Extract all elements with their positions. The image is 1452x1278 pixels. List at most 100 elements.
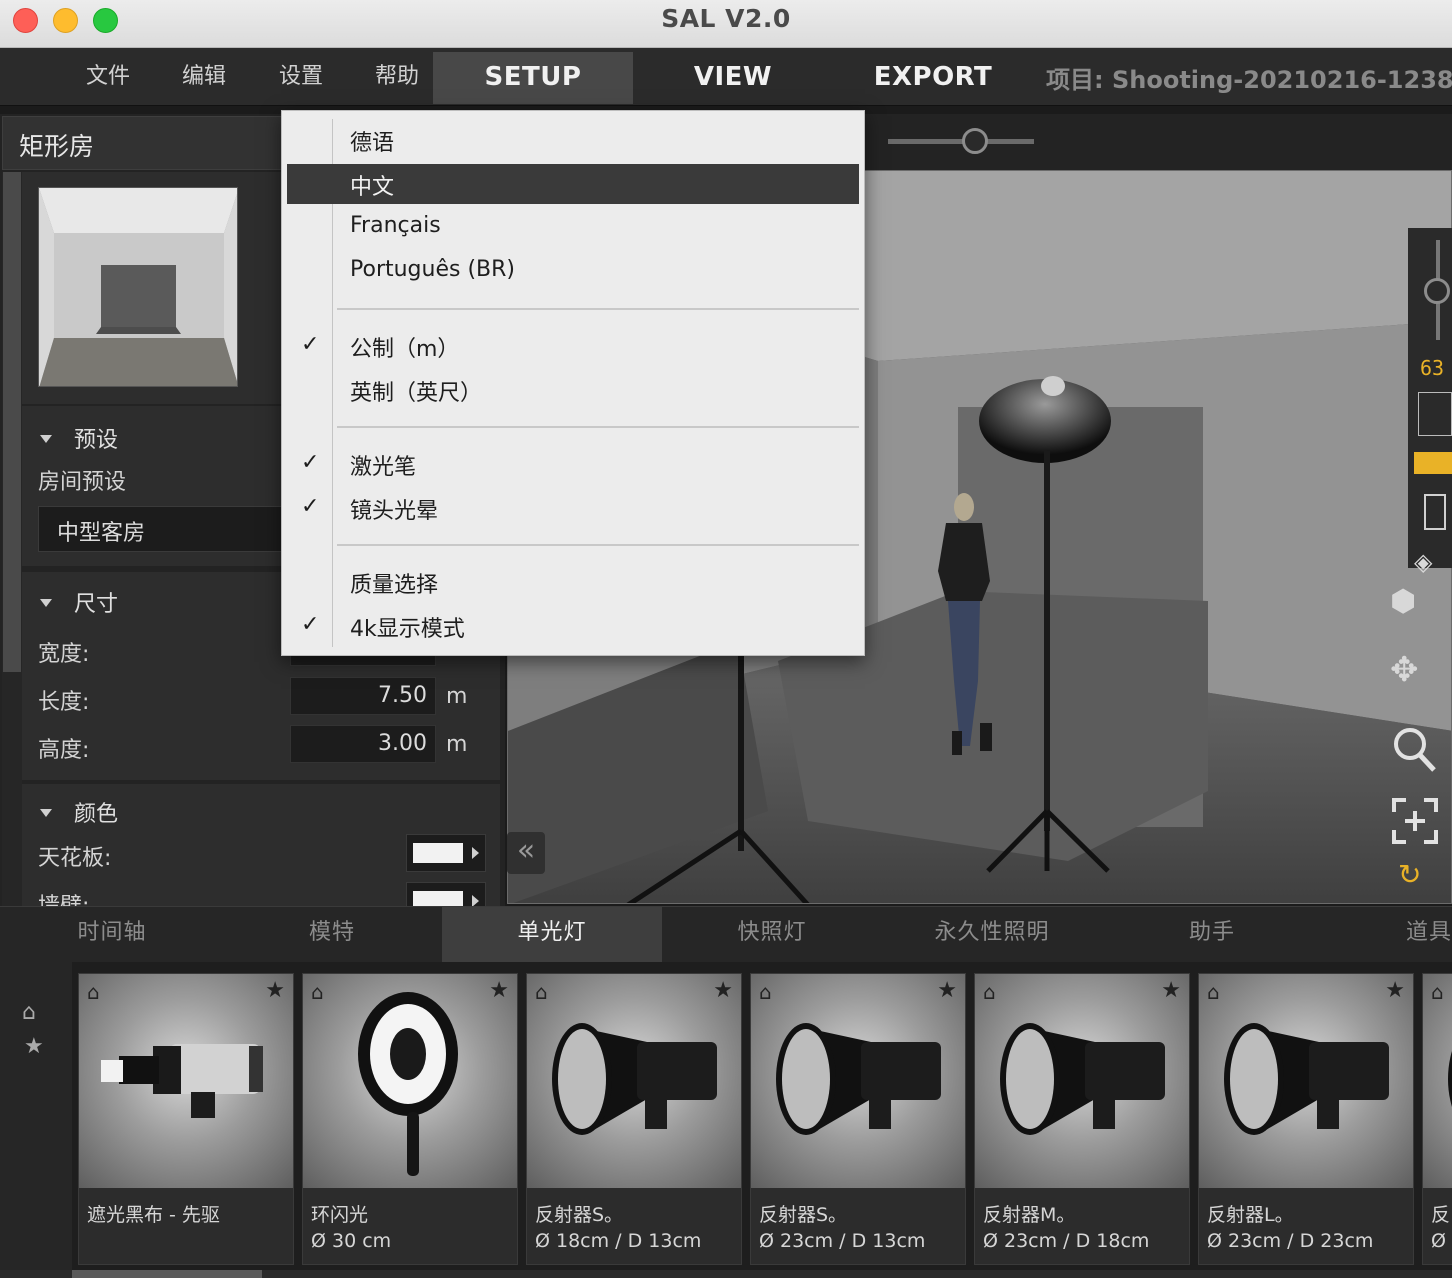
menu-item-quality[interactable]: 质量选择 xyxy=(287,562,859,602)
preset-section-toggle[interactable]: 预设 xyxy=(40,422,118,454)
project-label: 项目: xyxy=(1046,66,1104,94)
room-thumbnail-image xyxy=(39,188,237,386)
fit-frame-glyph xyxy=(1392,798,1438,844)
menu-item-chinese[interactable]: 中文 xyxy=(287,164,859,204)
product-strip-scroll-thumb[interactable] xyxy=(72,1270,262,1278)
star-icon[interactable]: ★ xyxy=(1161,978,1181,1003)
room-thumbnail xyxy=(38,187,238,387)
tab-props[interactable]: 道具 xyxy=(1322,907,1452,963)
product-name: 反射器M。 xyxy=(983,1204,1076,1226)
viewport-slider-track[interactable] xyxy=(888,139,1034,144)
product-spec: Ø 18cm / D 13cm xyxy=(535,1230,702,1252)
product-card[interactable]: ⌂ ★ 反射器S。 Ø 23cm / D 13cm xyxy=(750,973,966,1265)
room-preset-select[interactable]: 中型客房 xyxy=(38,506,298,552)
project-value: Shooting-20210216-123831 xyxy=(1111,66,1452,94)
menu-settings[interactable]: 设置 xyxy=(279,58,323,90)
menu-item-imperial[interactable]: 英制（英尺） xyxy=(287,370,859,410)
ceiling-color-label: 天花板: xyxy=(38,846,112,871)
magnifier-icon[interactable] xyxy=(1392,724,1438,774)
move-arrows-icon[interactable]: ✥ xyxy=(1390,650,1419,690)
mode-tab-setup[interactable]: SETUP xyxy=(433,52,633,104)
product-thumbnail: ⌂★ xyxy=(751,974,965,1188)
menu-item-portuguese[interactable]: Português (BR) xyxy=(287,252,859,292)
home-icon[interactable]: ⌂ xyxy=(87,980,100,1004)
product-name: 反射器L。 xyxy=(1207,1204,1294,1226)
project-name: 项目: Shooting-20210216-123831 xyxy=(1046,60,1452,95)
menu-item-lens-flare[interactable]: ✓ 镜头光晕 xyxy=(287,488,859,528)
product-card[interactable]: ⌂ ★ 环闪光 Ø 30 cm xyxy=(302,973,518,1265)
length-field[interactable]: 7.50 xyxy=(290,677,436,715)
product-thumbnail: ⌂★ xyxy=(527,974,741,1188)
panel-scroll-thumb[interactable] xyxy=(3,172,21,672)
home-icon[interactable]: ⌂ xyxy=(535,980,548,1004)
product-image xyxy=(101,1044,263,1118)
home-icon[interactable]: ⌂ xyxy=(983,980,996,1004)
product-card[interactable]: ⌂ ★ 反射器M。 Ø 23cm / D 18cm xyxy=(974,973,1190,1265)
product-name: 遮光黑布 - 先驱 xyxy=(87,1204,220,1226)
menu-item-metric[interactable]: ✓ 公制（m） xyxy=(287,326,859,366)
menu-item-laser-pointer[interactable]: ✓ 激光笔 xyxy=(287,444,859,484)
menu-item-french[interactable]: Français xyxy=(287,208,859,248)
camera-slider-knob[interactable] xyxy=(1424,278,1450,304)
viewport-slider-knob[interactable] xyxy=(962,128,988,154)
size-section-toggle[interactable]: 尺寸 xyxy=(40,586,118,618)
wall-color-picker[interactable] xyxy=(406,882,486,906)
ceiling-color-swatch xyxy=(413,843,463,863)
star-icon[interactable]: ★ xyxy=(1385,978,1405,1003)
tab-speedlights[interactable]: 快照灯 xyxy=(662,907,882,963)
star-icon[interactable]: ★ xyxy=(265,978,285,1003)
star-icon[interactable]: ★ xyxy=(937,978,957,1003)
check-icon: ✓ xyxy=(301,612,320,637)
product-image xyxy=(776,1023,941,1135)
menu-item-german[interactable]: 德语 xyxy=(287,120,859,160)
product-card[interactable]: ⌂ ★ 反射器S。 Ø 18cm / D 13cm xyxy=(526,973,742,1265)
tab-models[interactable]: 模特 xyxy=(222,907,442,963)
tab-assistants[interactable]: 助手 xyxy=(1102,907,1322,963)
menu-bar: 文件 编辑 设置 帮助 SETUP VIEW EXPORT 项目: Shooti… xyxy=(0,48,1452,106)
orbit-icon[interactable]: ◈ xyxy=(1414,548,1432,576)
home-icon[interactable]: ⌂ xyxy=(1431,980,1444,1004)
home-icon[interactable]: ⌂ xyxy=(1207,980,1220,1004)
tab-timeline[interactable]: 时间轴 xyxy=(2,907,222,963)
product-card[interactable]: ⌂ ★ 遮光黑布 - 先驱 xyxy=(78,973,294,1265)
menu-edit[interactable]: 编辑 xyxy=(182,58,226,90)
mode-tab-export[interactable]: EXPORT xyxy=(833,52,1033,104)
check-icon: ✓ xyxy=(301,450,320,475)
grid-overlay-icon[interactable] xyxy=(1418,392,1452,436)
rotate-arrow-icon[interactable]: ↻ xyxy=(1398,858,1421,891)
menu-help[interactable]: 帮助 xyxy=(375,58,419,90)
tab-continuous-lights[interactable]: 永久性照明 xyxy=(882,907,1102,963)
star-icon[interactable]: ★ xyxy=(24,1034,44,1059)
mode-tab-view[interactable]: VIEW xyxy=(633,52,833,104)
home-icon[interactable]: ⌂ xyxy=(759,980,772,1004)
home-icon[interactable]: ⌂ xyxy=(22,1000,36,1025)
fit-frame-icon[interactable] xyxy=(1392,798,1438,844)
home-icon[interactable]: ⌂ xyxy=(311,980,324,1004)
frame-icon[interactable] xyxy=(1424,494,1446,530)
caret-right-icon xyxy=(472,847,479,859)
product-spec: Ø 23cm / D 23cm xyxy=(1207,1230,1374,1252)
tab-single-lights[interactable]: 单光灯 xyxy=(442,907,662,963)
menu-file[interactable]: 文件 xyxy=(86,58,130,90)
menu-item-4k-mode[interactable]: ✓ 4k显示模式 xyxy=(287,606,859,646)
product-card[interactable]: ⌂★ 反Ø xyxy=(1422,973,1452,1265)
orbit-arrows-icon[interactable]: ⬢ xyxy=(1390,584,1416,619)
product-strip-scrollbar[interactable] xyxy=(0,1270,1452,1278)
ceiling-color-picker[interactable] xyxy=(406,834,486,872)
height-field[interactable]: 3.00 xyxy=(290,725,436,763)
product-name: 反 xyxy=(1431,1204,1451,1226)
color-section-toggle[interactable]: 颜色 xyxy=(40,796,118,828)
settings-dropdown-menu: 德语 中文 Français Português (BR) ✓ 公制（m） 英制（… xyxy=(281,110,865,656)
product-spec: Ø 23cm / D 18cm xyxy=(983,1230,1150,1252)
star-icon[interactable]: ★ xyxy=(713,978,733,1003)
length-unit: m xyxy=(446,684,468,709)
product-card[interactable]: ⌂ ★ 反射器L。 Ø 23cm / D 23cm xyxy=(1198,973,1414,1265)
double-chevron-left-icon[interactable]: « xyxy=(507,832,545,874)
title-bar: SAL V2.0 xyxy=(0,0,1452,48)
product-name: 反射器S。 xyxy=(759,1204,848,1226)
histogram-icon[interactable] xyxy=(1414,452,1452,474)
library-tab-bar: 时间轴 模特 单光灯 快照灯 永久性照明 助手 道具 xyxy=(0,906,1452,963)
height-label: 高度: xyxy=(38,738,90,763)
star-icon[interactable]: ★ xyxy=(489,978,509,1003)
menu-separator xyxy=(337,426,859,428)
